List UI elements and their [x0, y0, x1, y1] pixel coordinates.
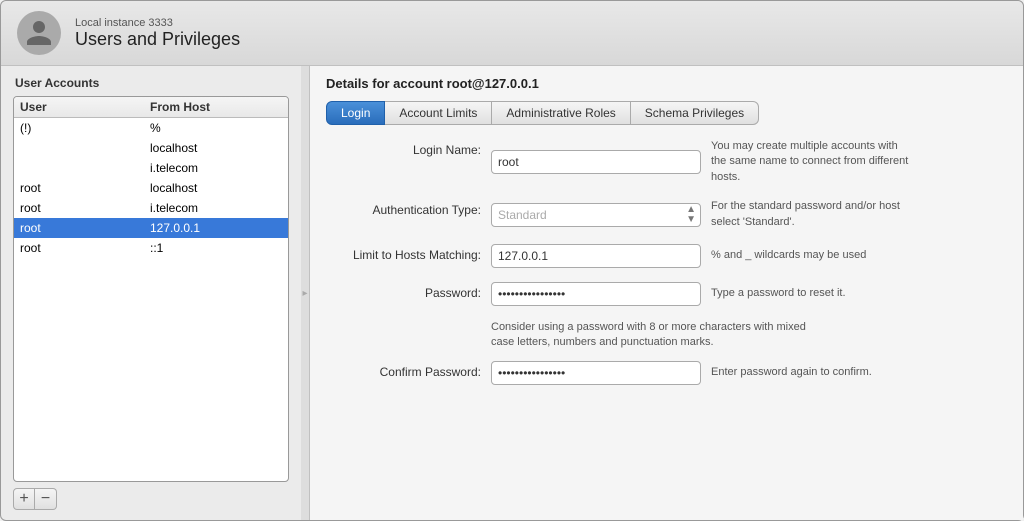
limit-hosts-hint: % and _ wildcards may be used: [711, 248, 866, 263]
table-row[interactable]: localhost: [14, 138, 288, 158]
auth-select-arrows-icon: ▲▼: [686, 205, 696, 225]
titlebar-text: Local instance 3333 Users and Privileges: [75, 17, 240, 50]
auth-type-label: Authentication Type:: [326, 199, 491, 217]
password-input[interactable]: [491, 282, 701, 306]
tab-administrative-roles[interactable]: Administrative Roles: [492, 101, 630, 125]
titlebar-title: Users and Privileges: [75, 29, 240, 50]
table-row[interactable]: root127.0.0.1: [14, 218, 288, 238]
confirm-password-label: Confirm Password:: [326, 361, 491, 379]
column-header-user: User: [20, 100, 150, 114]
login-name-row: Login Name: You may create multiple acco…: [326, 139, 1007, 185]
avatar: [17, 11, 61, 55]
main-panel: Details for account root@127.0.0.1 Login…: [309, 66, 1023, 520]
confirm-password-row: Confirm Password: Enter password again t…: [326, 361, 1007, 385]
table-row[interactable]: rooti.telecom: [14, 198, 288, 218]
auth-type-row: Authentication Type: Standard ▲▼ For the…: [326, 199, 1007, 230]
column-header-host: From Host: [150, 100, 282, 114]
login-name-hint: You may create multiple accounts with th…: [711, 139, 911, 185]
row-user: [20, 141, 150, 155]
sidebar-actions: + −: [13, 488, 289, 510]
add-user-button[interactable]: +: [13, 488, 35, 510]
table-row[interactable]: i.telecom: [14, 158, 288, 178]
auth-type-select-wrap[interactable]: Standard ▲▼: [491, 203, 701, 227]
confirm-password-hint: Enter password again to confirm.: [711, 365, 872, 380]
auth-type-select[interactable]: Standard: [498, 208, 686, 222]
table-row[interactable]: (!) %: [14, 118, 288, 138]
row-host: ::1: [150, 241, 282, 255]
row-host: 127.0.0.1: [150, 221, 282, 235]
login-name-input-group: You may create multiple accounts with th…: [491, 139, 911, 185]
row-user: root: [20, 181, 150, 195]
password-inline-hint: Type a password to reset it.: [711, 286, 846, 301]
password-label: Password:: [326, 282, 491, 300]
login-name-input[interactable]: [491, 150, 701, 174]
table-row[interactable]: rootlocalhost: [14, 178, 288, 198]
row-user: (!): [20, 121, 150, 135]
tabs-bar: LoginAccount LimitsAdministrative RolesS…: [326, 101, 1007, 125]
user-accounts-table: User From Host (!) %localhosti.telecomro…: [13, 96, 289, 482]
password-hint-row: Consider using a password with 8 or more…: [326, 320, 1007, 351]
resize-handle[interactable]: ▸: [301, 66, 309, 520]
tab-schema-privileges[interactable]: Schema Privileges: [631, 101, 759, 125]
row-host: localhost: [150, 181, 282, 195]
password-input-group: Type a password to reset it.: [491, 282, 846, 306]
content-area: User Accounts User From Host (!) % localh…: [1, 66, 1023, 520]
row-host: i.telecom: [150, 161, 282, 175]
tab-login[interactable]: Login: [326, 101, 385, 125]
password-hint-spacer: [326, 320, 491, 351]
login-name-label: Login Name:: [326, 139, 491, 157]
confirm-password-input[interactable]: [491, 361, 701, 385]
auth-type-hint: For the standard password and/or host se…: [711, 199, 911, 230]
table-row[interactable]: root::1: [14, 238, 288, 258]
row-user: root: [20, 241, 150, 255]
table-rows-container: (!) %localhosti.telecomrootlocalhostroot…: [14, 118, 288, 258]
sidebar-title: User Accounts: [13, 76, 289, 90]
row-user: root: [20, 221, 150, 235]
row-host: %: [150, 121, 282, 135]
row-user: root: [20, 201, 150, 215]
sidebar: User Accounts User From Host (!) % localh…: [1, 66, 301, 520]
remove-user-button[interactable]: −: [35, 488, 57, 510]
user-icon: [24, 18, 54, 48]
limit-hosts-label: Limit to Hosts Matching:: [326, 244, 491, 262]
auth-type-input-group: Standard ▲▼ For the standard password an…: [491, 199, 911, 230]
tab-account-limits[interactable]: Account Limits: [385, 101, 492, 125]
password-row: Password: Type a password to reset it.: [326, 282, 1007, 306]
main-window: Local instance 3333 Users and Privileges…: [0, 0, 1024, 521]
row-host: i.telecom: [150, 201, 282, 215]
confirm-password-input-group: Enter password again to confirm.: [491, 361, 872, 385]
titlebar: Local instance 3333 Users and Privileges: [1, 1, 1023, 66]
limit-hosts-input[interactable]: [491, 244, 701, 268]
row-user: [20, 161, 150, 175]
limit-hosts-input-group: % and _ wildcards may be used: [491, 244, 866, 268]
login-form: Login Name: You may create multiple acco…: [326, 139, 1007, 504]
limit-hosts-row: Limit to Hosts Matching: % and _ wildcar…: [326, 244, 1007, 268]
password-hint-block: Consider using a password with 8 or more…: [491, 320, 811, 351]
titlebar-subtitle: Local instance 3333: [75, 17, 240, 29]
tabs-container: LoginAccount LimitsAdministrative RolesS…: [326, 101, 759, 125]
panel-title: Details for account root@127.0.0.1: [326, 76, 1007, 91]
table-header: User From Host: [14, 97, 288, 118]
row-host: localhost: [150, 141, 282, 155]
